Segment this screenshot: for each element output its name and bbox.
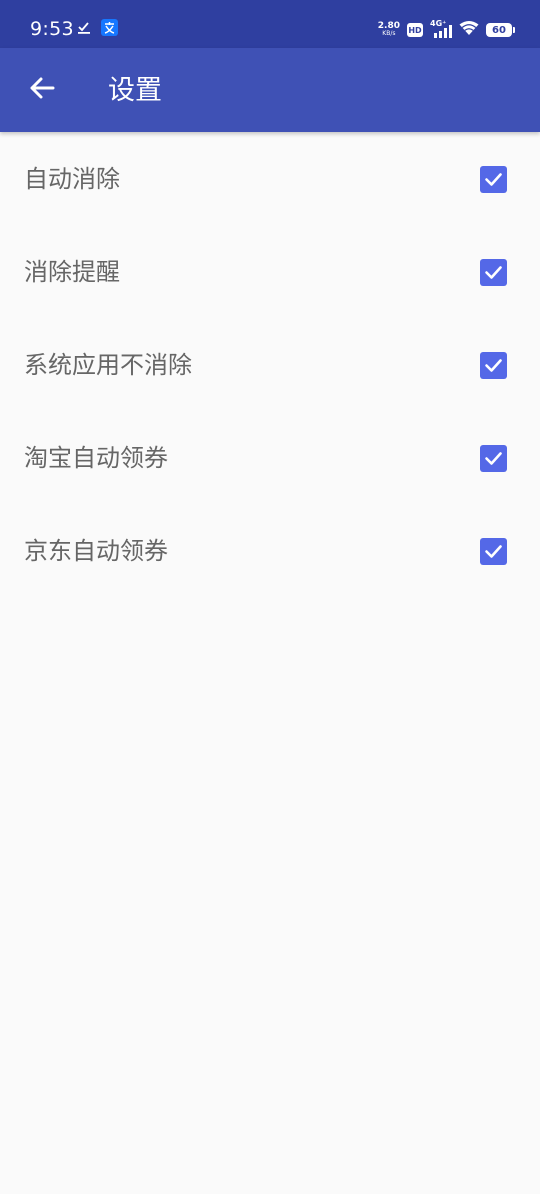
signal-icon: 4G⁺ [430,19,452,39]
jd-coupons-checkbox[interactable] [480,538,507,565]
arrow-left-icon [28,74,56,106]
net-speed: 2.80 KB/s [378,22,400,38]
download-done-icon [77,20,91,39]
wifi-icon [459,20,479,40]
battery-icon: 60 [486,23,515,37]
clear-reminder-checkbox[interactable] [480,259,507,286]
status-left-icons [77,19,118,40]
hd-badge: HD [407,23,423,37]
setting-row-system-apps[interactable]: 系统应用不消除 [0,318,540,411]
back-button[interactable] [18,66,66,114]
setting-row-taobao-coupons[interactable]: 淘宝自动领券 [0,411,540,504]
setting-row-auto-clear[interactable]: 自动消除 [0,132,540,225]
net-speed-value: 2.80 [377,21,400,31]
page-title: 设置 [108,75,162,106]
setting-label: 系统应用不消除 [24,351,192,379]
app-bar: 设置 [0,48,540,132]
system-apps-checkbox[interactable] [480,352,507,379]
status-right-icons: 2.80 KB/s HD 4G⁺ 60 [378,19,515,41]
setting-label: 淘宝自动领券 [24,444,168,472]
setting-label: 自动消除 [24,165,120,193]
status-time: 9:53 [30,18,74,40]
status-bar: 9:53 2.80 KB/s HD 4G⁺ 60 [0,0,540,48]
net-speed-unit: KB/s [382,30,396,37]
alipay-icon [101,19,118,40]
setting-row-clear-reminder[interactable]: 消除提醒 [0,225,540,318]
settings-list: 自动消除 消除提醒 系统应用不消除 淘宝自动领券 京东自动领券 [0,132,540,597]
setting-row-jd-coupons[interactable]: 京东自动领券 [0,504,540,597]
auto-clear-checkbox[interactable] [480,166,507,193]
taobao-coupons-checkbox[interactable] [480,445,507,472]
setting-label: 京东自动领券 [24,537,168,565]
setting-label: 消除提醒 [24,258,120,286]
